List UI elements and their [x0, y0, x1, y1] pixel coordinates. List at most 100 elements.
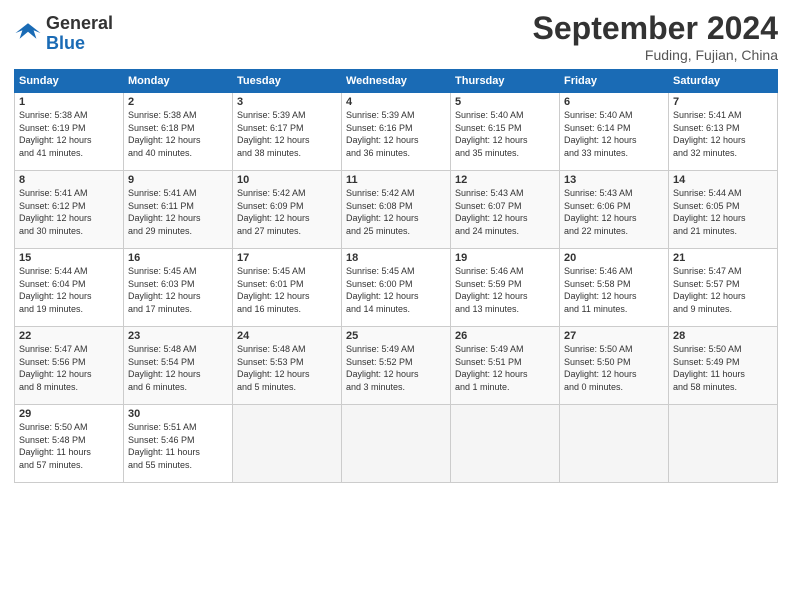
calendar-cell: 16Sunrise: 5:45 AM Sunset: 6:03 PM Dayli… — [124, 249, 233, 327]
day-info: Sunrise: 5:49 AM Sunset: 5:52 PM Dayligh… — [346, 343, 446, 393]
day-info: Sunrise: 5:51 AM Sunset: 5:46 PM Dayligh… — [128, 421, 228, 471]
calendar-cell: 28Sunrise: 5:50 AM Sunset: 5:49 PM Dayli… — [669, 327, 778, 405]
calendar-cell: 29Sunrise: 5:50 AM Sunset: 5:48 PM Dayli… — [15, 405, 124, 483]
logo-wordmark: General Blue — [46, 14, 113, 54]
day-info: Sunrise: 5:44 AM Sunset: 6:05 PM Dayligh… — [673, 187, 773, 237]
day-number: 21 — [673, 252, 773, 264]
day-info: Sunrise: 5:43 AM Sunset: 6:07 PM Dayligh… — [455, 187, 555, 237]
location: Fuding, Fujian, China — [533, 47, 778, 63]
month-title: September 2024 — [533, 10, 778, 47]
col-monday: Monday — [124, 70, 233, 93]
day-number: 28 — [673, 330, 773, 342]
calendar-cell: 2Sunrise: 5:38 AM Sunset: 6:18 PM Daylig… — [124, 93, 233, 171]
calendar-cell: 1Sunrise: 5:38 AM Sunset: 6:19 PM Daylig… — [15, 93, 124, 171]
calendar-cell: 11Sunrise: 5:42 AM Sunset: 6:08 PM Dayli… — [342, 171, 451, 249]
calendar-week-3: 15Sunrise: 5:44 AM Sunset: 6:04 PM Dayli… — [15, 249, 778, 327]
calendar-week-5: 29Sunrise: 5:50 AM Sunset: 5:48 PM Dayli… — [15, 405, 778, 483]
col-tuesday: Tuesday — [233, 70, 342, 93]
day-number: 15 — [19, 252, 119, 264]
calendar-cell: 14Sunrise: 5:44 AM Sunset: 6:05 PM Dayli… — [669, 171, 778, 249]
day-number: 19 — [455, 252, 555, 264]
calendar-cell: 20Sunrise: 5:46 AM Sunset: 5:58 PM Dayli… — [560, 249, 669, 327]
day-number: 1 — [19, 96, 119, 108]
calendar-cell: 18Sunrise: 5:45 AM Sunset: 6:00 PM Dayli… — [342, 249, 451, 327]
day-info: Sunrise: 5:46 AM Sunset: 5:59 PM Dayligh… — [455, 265, 555, 315]
day-info: Sunrise: 5:38 AM Sunset: 6:19 PM Dayligh… — [19, 109, 119, 159]
day-info: Sunrise: 5:46 AM Sunset: 5:58 PM Dayligh… — [564, 265, 664, 315]
title-block: September 2024 Fuding, Fujian, China — [533, 10, 778, 63]
calendar-cell: 8Sunrise: 5:41 AM Sunset: 6:12 PM Daylig… — [15, 171, 124, 249]
day-number: 9 — [128, 174, 228, 186]
day-info: Sunrise: 5:45 AM Sunset: 6:03 PM Dayligh… — [128, 265, 228, 315]
day-info: Sunrise: 5:50 AM Sunset: 5:48 PM Dayligh… — [19, 421, 119, 471]
calendar-cell: 26Sunrise: 5:49 AM Sunset: 5:51 PM Dayli… — [451, 327, 560, 405]
day-number: 20 — [564, 252, 664, 264]
day-info: Sunrise: 5:50 AM Sunset: 5:50 PM Dayligh… — [564, 343, 664, 393]
calendar-cell: 23Sunrise: 5:48 AM Sunset: 5:54 PM Dayli… — [124, 327, 233, 405]
logo-text — [14, 20, 42, 47]
calendar-cell — [669, 405, 778, 483]
day-info: Sunrise: 5:41 AM Sunset: 6:11 PM Dayligh… — [128, 187, 228, 237]
col-wednesday: Wednesday — [342, 70, 451, 93]
day-info: Sunrise: 5:40 AM Sunset: 6:15 PM Dayligh… — [455, 109, 555, 159]
calendar-cell: 6Sunrise: 5:40 AM Sunset: 6:14 PM Daylig… — [560, 93, 669, 171]
day-number: 11 — [346, 174, 446, 186]
day-info: Sunrise: 5:41 AM Sunset: 6:12 PM Dayligh… — [19, 187, 119, 237]
calendar-week-1: 1Sunrise: 5:38 AM Sunset: 6:19 PM Daylig… — [15, 93, 778, 171]
day-info: Sunrise: 5:41 AM Sunset: 6:13 PM Dayligh… — [673, 109, 773, 159]
calendar-cell: 21Sunrise: 5:47 AM Sunset: 5:57 PM Dayli… — [669, 249, 778, 327]
day-info: Sunrise: 5:49 AM Sunset: 5:51 PM Dayligh… — [455, 343, 555, 393]
day-info: Sunrise: 5:47 AM Sunset: 5:56 PM Dayligh… — [19, 343, 119, 393]
calendar-cell: 9Sunrise: 5:41 AM Sunset: 6:11 PM Daylig… — [124, 171, 233, 249]
day-info: Sunrise: 5:45 AM Sunset: 6:00 PM Dayligh… — [346, 265, 446, 315]
day-info: Sunrise: 5:50 AM Sunset: 5:49 PM Dayligh… — [673, 343, 773, 393]
logo: General Blue — [14, 14, 113, 54]
day-number: 29 — [19, 408, 119, 420]
calendar-cell: 27Sunrise: 5:50 AM Sunset: 5:50 PM Dayli… — [560, 327, 669, 405]
calendar-cell: 13Sunrise: 5:43 AM Sunset: 6:06 PM Dayli… — [560, 171, 669, 249]
day-number: 10 — [237, 174, 337, 186]
day-info: Sunrise: 5:38 AM Sunset: 6:18 PM Dayligh… — [128, 109, 228, 159]
col-saturday: Saturday — [669, 70, 778, 93]
day-number: 7 — [673, 96, 773, 108]
day-number: 18 — [346, 252, 446, 264]
page-container: General Blue September 2024 Fuding, Fuji… — [0, 0, 792, 493]
day-number: 23 — [128, 330, 228, 342]
calendar-cell: 4Sunrise: 5:39 AM Sunset: 6:16 PM Daylig… — [342, 93, 451, 171]
day-info: Sunrise: 5:48 AM Sunset: 5:53 PM Dayligh… — [237, 343, 337, 393]
day-info: Sunrise: 5:48 AM Sunset: 5:54 PM Dayligh… — [128, 343, 228, 393]
day-info: Sunrise: 5:39 AM Sunset: 6:17 PM Dayligh… — [237, 109, 337, 159]
calendar-cell: 5Sunrise: 5:40 AM Sunset: 6:15 PM Daylig… — [451, 93, 560, 171]
calendar-table: Sunday Monday Tuesday Wednesday Thursday… — [14, 69, 778, 483]
day-number: 24 — [237, 330, 337, 342]
calendar-cell — [342, 405, 451, 483]
calendar-week-2: 8Sunrise: 5:41 AM Sunset: 6:12 PM Daylig… — [15, 171, 778, 249]
day-number: 25 — [346, 330, 446, 342]
calendar-cell: 15Sunrise: 5:44 AM Sunset: 6:04 PM Dayli… — [15, 249, 124, 327]
day-info: Sunrise: 5:44 AM Sunset: 6:04 PM Dayligh… — [19, 265, 119, 315]
day-number: 14 — [673, 174, 773, 186]
calendar-cell — [451, 405, 560, 483]
day-info: Sunrise: 5:45 AM Sunset: 6:01 PM Dayligh… — [237, 265, 337, 315]
calendar-week-4: 22Sunrise: 5:47 AM Sunset: 5:56 PM Dayli… — [15, 327, 778, 405]
day-number: 4 — [346, 96, 446, 108]
calendar-cell: 22Sunrise: 5:47 AM Sunset: 5:56 PM Dayli… — [15, 327, 124, 405]
calendar-cell: 12Sunrise: 5:43 AM Sunset: 6:07 PM Dayli… — [451, 171, 560, 249]
day-number: 3 — [237, 96, 337, 108]
calendar-cell: 17Sunrise: 5:45 AM Sunset: 6:01 PM Dayli… — [233, 249, 342, 327]
day-number: 22 — [19, 330, 119, 342]
day-info: Sunrise: 5:43 AM Sunset: 6:06 PM Dayligh… — [564, 187, 664, 237]
day-info: Sunrise: 5:47 AM Sunset: 5:57 PM Dayligh… — [673, 265, 773, 315]
header-row: Sunday Monday Tuesday Wednesday Thursday… — [15, 70, 778, 93]
calendar-cell: 25Sunrise: 5:49 AM Sunset: 5:52 PM Dayli… — [342, 327, 451, 405]
day-number: 12 — [455, 174, 555, 186]
day-number: 5 — [455, 96, 555, 108]
day-info: Sunrise: 5:42 AM Sunset: 6:09 PM Dayligh… — [237, 187, 337, 237]
calendar-cell: 30Sunrise: 5:51 AM Sunset: 5:46 PM Dayli… — [124, 405, 233, 483]
calendar-cell: 10Sunrise: 5:42 AM Sunset: 6:09 PM Dayli… — [233, 171, 342, 249]
day-info: Sunrise: 5:40 AM Sunset: 6:14 PM Dayligh… — [564, 109, 664, 159]
day-number: 27 — [564, 330, 664, 342]
day-info: Sunrise: 5:39 AM Sunset: 6:16 PM Dayligh… — [346, 109, 446, 159]
day-info: Sunrise: 5:42 AM Sunset: 6:08 PM Dayligh… — [346, 187, 446, 237]
day-number: 6 — [564, 96, 664, 108]
